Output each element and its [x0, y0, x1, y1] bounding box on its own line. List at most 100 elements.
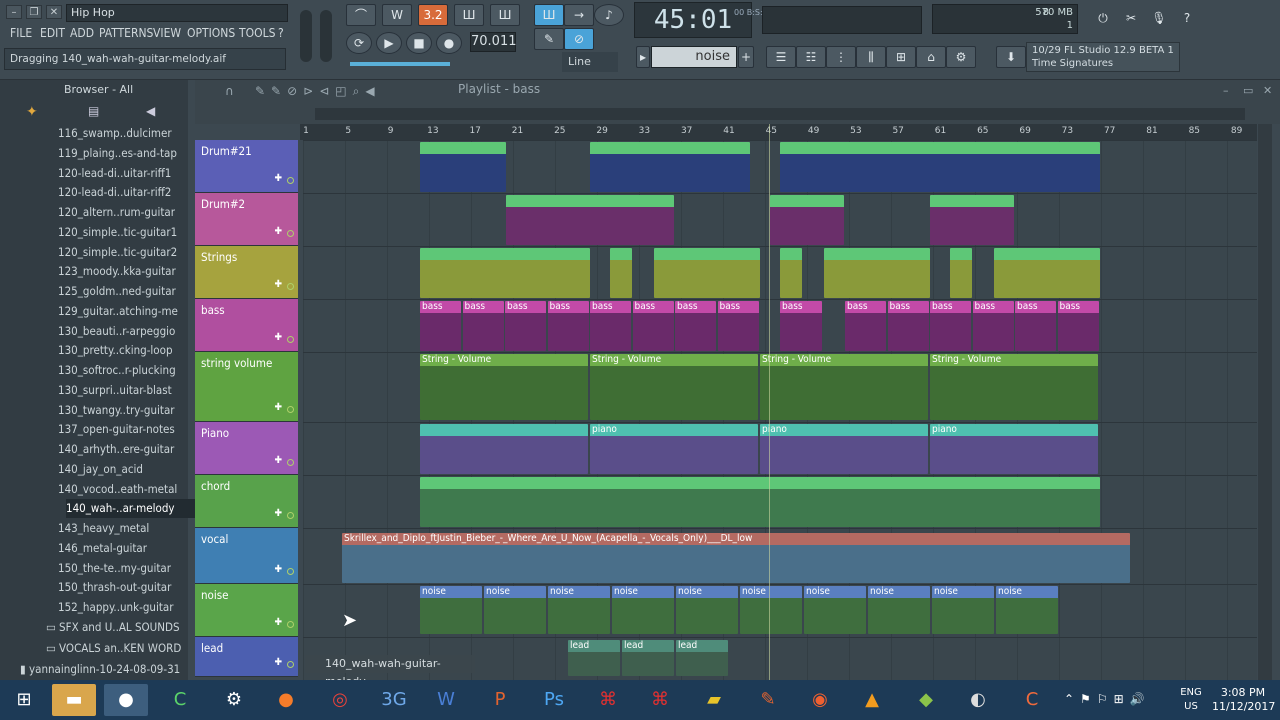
pattern-selector[interactable]: noise — [651, 46, 737, 68]
app5-icon[interactable]: ◆ — [904, 684, 948, 716]
browser-item[interactable]: 130_beauti..r-arpeggio — [58, 322, 188, 341]
horizontal-scrollbar[interactable] — [315, 108, 1245, 120]
track-enable-toggle[interactable] — [287, 459, 294, 466]
pattern-clip[interactable] — [590, 142, 750, 192]
pattern-clip[interactable] — [420, 477, 1100, 527]
pattern-clip[interactable] — [420, 142, 506, 192]
menu-add[interactable]: ADD — [70, 26, 94, 40]
track-enable-toggle[interactable] — [287, 568, 294, 575]
song-mode-icon[interactable]: → — [564, 4, 594, 26]
pattern-clip[interactable]: noise — [548, 586, 610, 634]
speaker-icon[interactable]: ◀ — [146, 104, 155, 118]
track-header[interactable]: Drum#21 ✚ — [195, 140, 298, 193]
browser-item[interactable]: 140_jay_on_acid — [58, 460, 188, 479]
pattern-clip[interactable]: noise — [932, 586, 994, 634]
pattern-clip[interactable] — [420, 248, 590, 298]
help-icon[interactable]: ? — [1172, 8, 1202, 30]
track-enable-toggle[interactable] — [287, 177, 294, 184]
close-icon[interactable]: ✕ — [46, 5, 62, 19]
track-header[interactable]: Piano ✚ — [195, 422, 298, 475]
track-enable-toggle[interactable] — [287, 336, 294, 343]
menu-tools[interactable]: TOOLS — [239, 26, 275, 40]
browser-item[interactable]: 152_happy..unk-guitar — [58, 598, 188, 617]
pattern-clip[interactable]: lead — [622, 640, 674, 676]
vlc-icon[interactable]: ▲ — [850, 684, 894, 716]
menu-help[interactable]: ? — [278, 26, 284, 40]
app7-icon[interactable]: C — [1010, 684, 1054, 716]
firefox-icon[interactable]: ● — [264, 684, 308, 716]
pattern-clip[interactable]: bass — [972, 301, 1014, 351]
browser-item[interactable]: 120_altern..rum-guitar — [58, 203, 188, 222]
browser-item[interactable]: 125_goldm..ned-guitar — [58, 282, 188, 301]
playlist-close-icon[interactable]: ✕ — [1263, 84, 1272, 97]
channel-rack-icon[interactable]: ⋮ — [826, 46, 856, 68]
acrobat-icon[interactable]: ⌘ — [586, 684, 630, 716]
magnet-icon[interactable]: ∩ — [225, 84, 234, 98]
clock[interactable]: 3:08 PM 11/12/2017 — [1212, 686, 1275, 714]
pattern-clip[interactable]: bass — [547, 301, 589, 351]
acrobat-pro-icon[interactable]: ⌘ — [638, 684, 682, 716]
pattern-clip[interactable]: noise — [612, 586, 674, 634]
pattern-clip[interactable]: bass — [462, 301, 504, 351]
track-header[interactable]: Drum#2 ✚ — [195, 193, 298, 246]
browser-item[interactable]: 140_vocod..eath-metal — [58, 480, 188, 499]
browser-item[interactable]: 146_metal-guitar — [58, 539, 188, 558]
restore-icon[interactable]: ❐ — [26, 5, 42, 19]
master-volume-slider[interactable] — [300, 10, 312, 62]
pattern-clip[interactable]: bass — [1015, 301, 1056, 351]
pencil-tool-icon[interactable]: ✎ — [534, 28, 564, 50]
browser-item[interactable]: 137_open-guitar-notes — [58, 420, 188, 439]
file-icon[interactable]: ▤ — [88, 104, 99, 118]
track-header[interactable]: string volume ✚ — [195, 352, 298, 422]
wait-icon[interactable]: W — [382, 4, 412, 26]
word-icon[interactable]: W — [424, 684, 468, 716]
tempo-display[interactable]: 70.011 — [470, 32, 517, 52]
pattern-clip[interactable]: lead — [676, 640, 728, 676]
menu-patterns[interactable]: PATTERNS — [99, 26, 153, 40]
browser-item[interactable]: 150_thrash-out-guitar — [58, 578, 188, 597]
app2-icon[interactable]: ▰ — [692, 684, 736, 716]
browser-folder[interactable]: ▭ VOCALS an..KEN WORD — [46, 639, 184, 658]
pattern-clip[interactable]: bass — [420, 301, 461, 351]
pattern-clip[interactable] — [930, 195, 1014, 245]
piano-roll-icon[interactable]: ☷ — [796, 46, 826, 68]
pattern-clip[interactable]: String - Volume — [590, 354, 758, 420]
track-enable-toggle[interactable] — [287, 406, 294, 413]
playlist-max-icon[interactable]: ▭ — [1243, 84, 1253, 97]
menu-view[interactable]: VIEW — [153, 26, 181, 40]
pattern-clip[interactable]: bass — [780, 301, 822, 351]
tempo-slider[interactable] — [350, 62, 450, 66]
language-indicator[interactable]: ENG US — [1178, 686, 1204, 714]
star-icon[interactable]: ✦ — [26, 104, 38, 120]
timeline-ruler[interactable]: 1 5 9 13 17 21 25 29 33 37 41 45 49 53 57 61 65 69 73 77 81 8… — [300, 124, 1257, 140]
pattern-clip[interactable]: piano — [760, 424, 928, 474]
pattern-clip[interactable] — [420, 424, 588, 474]
step-edit-icon[interactable]: Ш — [454, 4, 484, 26]
master-pitch-slider[interactable] — [320, 10, 332, 62]
vertical-scrollbar[interactable] — [1258, 124, 1272, 680]
browser-item[interactable]: 130_pretty..cking-loop — [58, 341, 188, 360]
pattern-clip[interactable] — [610, 248, 632, 298]
pattern-clip[interactable]: String - Volume — [760, 354, 928, 420]
loop-mode-icon[interactable]: ⟳ — [346, 32, 372, 54]
pattern-clip[interactable] — [780, 142, 1100, 192]
pattern-clip[interactable] — [506, 195, 674, 245]
browser-folder[interactable]: ▭ SFX and U..AL SOUNDS — [46, 618, 184, 637]
app3-icon[interactable]: ✎ — [746, 684, 790, 716]
pattern-clip[interactable] — [654, 248, 760, 298]
browser-item[interactable]: 130_twangy..try-guitar — [58, 401, 188, 420]
browser-item[interactable]: 143_heavy_metal — [58, 519, 188, 538]
camtasia-icon[interactable]: C — [158, 684, 202, 716]
pattern-clip[interactable]: bass — [632, 301, 674, 351]
pattern-clip[interactable]: lead — [568, 640, 620, 676]
pattern-clip[interactable]: bass — [845, 301, 886, 351]
track-enable-toggle[interactable] — [287, 621, 294, 628]
pattern-clip[interactable]: bass — [930, 301, 971, 351]
wrench-icon[interactable]: ⚙ — [946, 46, 976, 68]
track-header[interactable]: bass ✚ — [195, 299, 298, 352]
browser-title[interactable]: Browser - All — [0, 80, 188, 100]
app-icon[interactable]: ⚙ — [212, 684, 256, 716]
menu-file[interactable]: FILE — [10, 26, 32, 40]
stop-icon[interactable]: ■ — [406, 32, 432, 54]
browser-item[interactable]: 140_wah-..ar-melody — [66, 499, 196, 519]
